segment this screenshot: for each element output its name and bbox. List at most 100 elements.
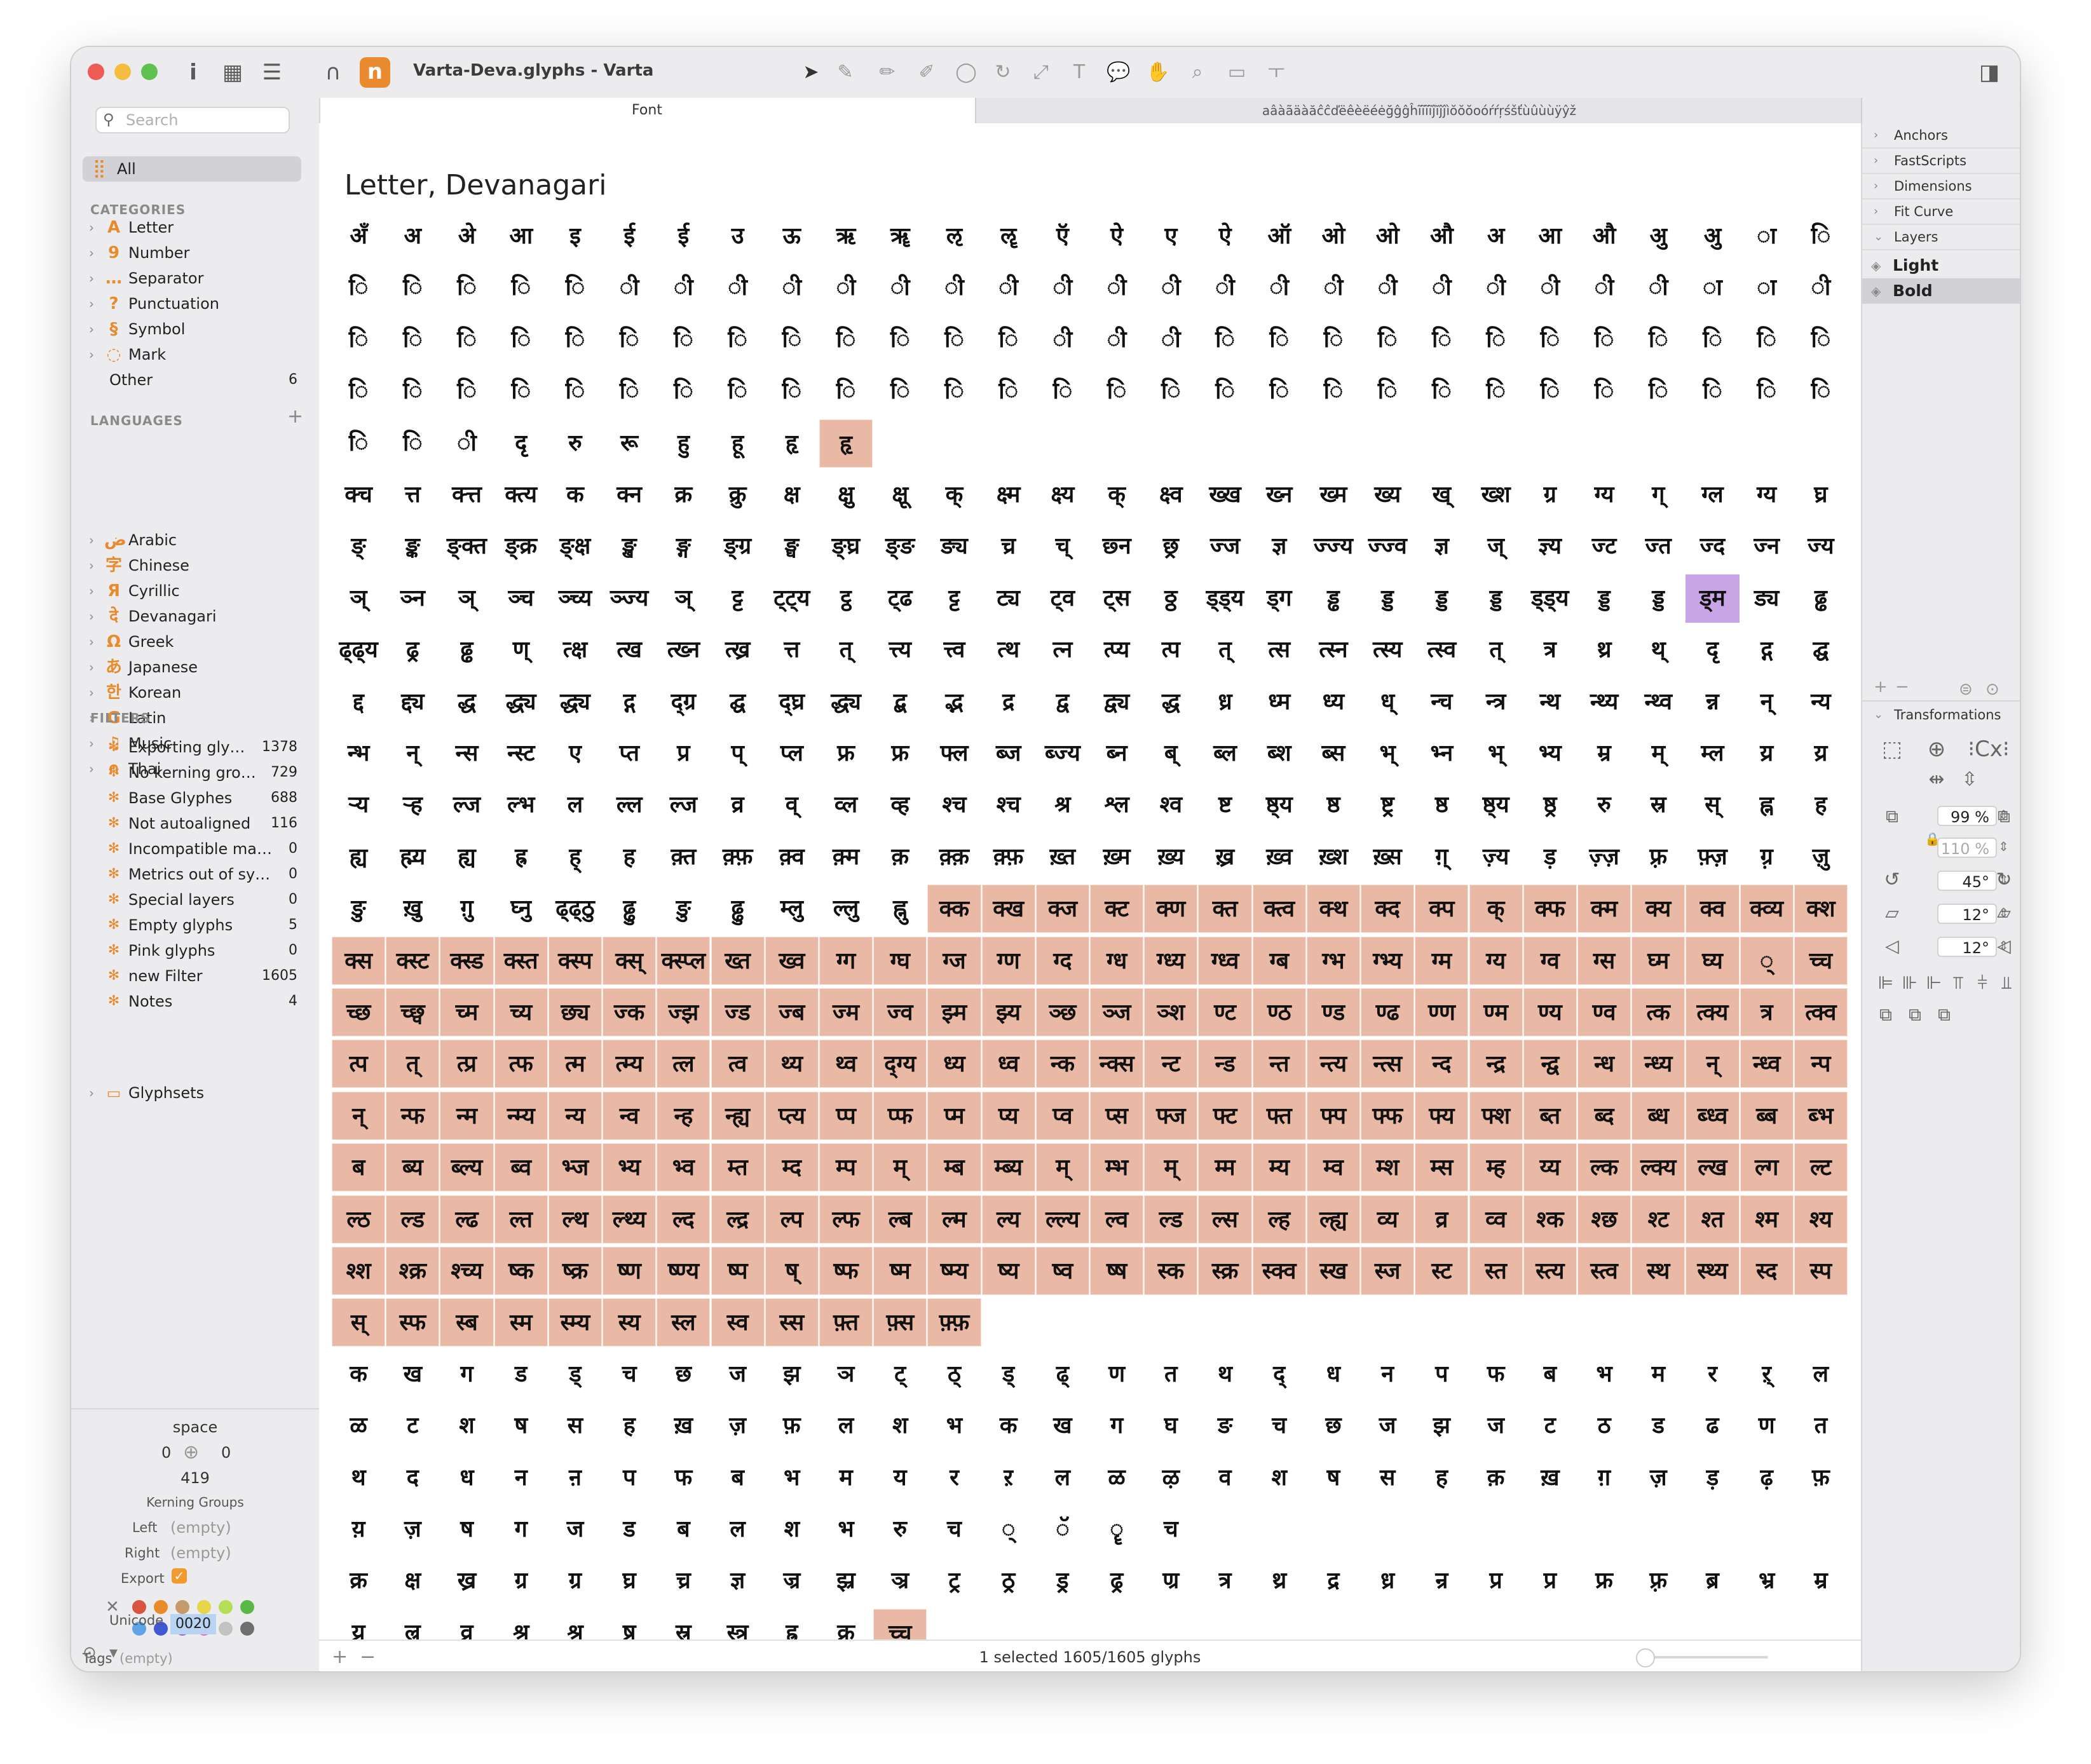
glyph-cell[interactable]: क्ण [1144,885,1198,933]
glyph-cell[interactable]: ल्ग [1740,1143,1794,1192]
glyph-cell[interactable]: ऊ [765,212,819,261]
glyph-cell[interactable]: ह्र [494,833,548,881]
glyph-cell[interactable]: क्षू [873,471,927,519]
glyph-cell[interactable]: श [873,1402,927,1450]
glyph-cell[interactable]: क्प [1415,885,1469,933]
glyph-cell[interactable]: ि [603,316,656,364]
glyph-cell[interactable]: ी [1469,264,1523,312]
glyph-cell[interactable]: त्क्ष [548,626,602,674]
glyph-cell[interactable]: ञ् [332,574,385,623]
glyph-cell[interactable]: ल्थ्य [603,1195,657,1244]
glyph-cell[interactable]: र [1686,1350,1739,1399]
glyph-cell[interactable]: ब्स [1307,729,1360,778]
glyph-cell[interactable]: द्द्य [386,678,439,726]
minimize-window-button[interactable] [114,64,131,80]
glyph-cell[interactable]: ट् [873,1350,927,1399]
glyph-cell[interactable]: ि [1307,367,1360,416]
glyph-cell[interactable]: ग्र [1523,471,1577,519]
glyph-cell[interactable]: स्य [603,1298,657,1347]
glyph-cell[interactable]: भ्र [1740,1557,1794,1605]
glyph-cell[interactable]: ङ्ग [657,522,710,571]
glyph-cell[interactable]: य्र [1794,729,1848,778]
glyph-cell[interactable]: न्व [603,1091,657,1140]
glyph-cell[interactable]: ग्द [1035,936,1089,985]
glyph-cell[interactable]: ी [1090,264,1143,312]
glyph-cell[interactable]: ष्ठ [1307,781,1360,829]
filter-item[interactable]: ✻ Empty glyphs 5 [71,913,319,938]
glyph-cell[interactable]: हृ [765,419,819,468]
glyph-cell[interactable]: ग्ण [981,936,1035,985]
glyph-cell[interactable]: त [1144,1350,1197,1399]
add-layer-button[interactable]: + [1874,677,1888,696]
glyph-cell[interactable]: क्स् [603,936,657,985]
glyph-cell[interactable]: च्छ [332,988,386,1036]
glyph-cell[interactable]: क्ट [1090,885,1144,933]
glyph-cell[interactable]: स्क [1144,1247,1198,1295]
glyph-cell[interactable]: ह [1415,1454,1468,1502]
glyph-cell[interactable]: च [1144,1505,1197,1554]
scale-up-icon[interactable]: ⧉ [1989,802,2019,831]
glyph-cell[interactable]: म्श [1361,1143,1415,1192]
glyph-cell[interactable]: ग [494,1505,548,1554]
glyph-cell[interactable]: भ [1577,1350,1631,1399]
glyph-cell[interactable]: क [332,1350,385,1399]
glyph-cell[interactable]: ळ [1090,1454,1143,1502]
glyph-cell[interactable]: ढ्ढ [440,626,493,674]
glyph-cell[interactable]: ल [1036,1454,1089,1502]
glyph-cell[interactable]: न्य [548,1091,603,1140]
glyph-cell[interactable]: ज [548,1505,602,1554]
info-icon[interactable]: i [179,58,207,86]
glyph-cell[interactable]: न्म्य [494,1091,548,1140]
glyph-cell[interactable]: ऋ [819,212,873,261]
glyph-cell[interactable]: क् [927,471,981,519]
glyph-cell[interactable]: रु [1577,781,1631,829]
glyph-cell[interactable]: द्र [982,678,1035,726]
width-value[interactable]: 419 [71,1469,319,1487]
glyph-cell[interactable]: ष [440,1505,493,1554]
color-label-swatch[interactable] [197,1600,211,1614]
glyph-cell[interactable]: ङ्क्र [494,522,548,571]
glyph-cell[interactable]: च्र [657,1557,710,1605]
glyph-cell[interactable]: त्प [1144,626,1197,674]
glyph-cell[interactable]: ी [657,264,710,312]
glyph-cell[interactable]: त्क्व [1794,988,1848,1036]
glyph-cell[interactable]: क [982,1402,1035,1450]
glyph-cell[interactable]: स [1361,1454,1414,1502]
glyph-cell[interactable]: श्क्र [386,1247,440,1295]
glyph-cell[interactable]: ख्म [1307,471,1360,519]
slant-up-icon[interactable]: ◁ [1989,932,2019,961]
glyph-cell[interactable]: ज्ब [765,988,819,1036]
glyph-cell[interactable]: फ्ल [927,729,981,778]
glyph-cell[interactable]: ब्ज्य [1036,729,1089,778]
glyph-cell[interactable]: ख़ [1523,1454,1577,1502]
sidebar-item[interactable]: › 字 Chinese [71,553,319,578]
glyph-cell[interactable]: फ़्त [819,1298,873,1347]
rotate-ccw-icon[interactable]: ↺ [1877,865,1907,895]
glyph-cell[interactable]: ि [765,316,819,364]
color-label-swatch[interactable] [132,1600,146,1614]
glyph-cell[interactable]: श्च्य [440,1247,494,1295]
glyph-cell[interactable]: ि [1253,367,1306,416]
glyph-cell[interactable]: झ्य [981,988,1035,1036]
glyph-cell[interactable]: ट्य [982,574,1035,623]
glyph-cell[interactable]: म्प [819,1143,873,1192]
glyph-cell[interactable]: क़ [873,833,927,881]
glyph-cell[interactable]: ब [1523,1350,1577,1399]
glyph-cell[interactable]: द्ध [440,678,493,726]
glyph-cell[interactable]: ठ्र [982,1557,1035,1605]
glyph-cell[interactable]: द्घ्र [765,678,819,726]
glyph-cell[interactable]: स्व [711,1298,765,1347]
glyph-cell[interactable]: छ [1307,1402,1360,1450]
glyph-cell[interactable]: ग्म [1415,936,1469,985]
glyph-cell[interactable]: फ़्ज़ [1686,833,1739,881]
glyph-cell[interactable]: ण्ढ [1361,988,1415,1036]
glyph-cell[interactable]: ी [1144,316,1197,364]
glyph-cell[interactable]: ख्र [440,1557,493,1605]
glyph-cell[interactable]: म्ह [1469,1143,1523,1192]
right-group-field[interactable]: (empty) [170,1544,231,1562]
glyph-cell[interactable]: अु [1631,212,1685,261]
glyph-cell[interactable]: घ्म [1631,936,1686,985]
glyph-cell[interactable]: प्त [603,729,656,778]
glyph-cell[interactable]: ी [927,264,981,312]
glyph-cell[interactable]: ख़ु [386,885,439,933]
